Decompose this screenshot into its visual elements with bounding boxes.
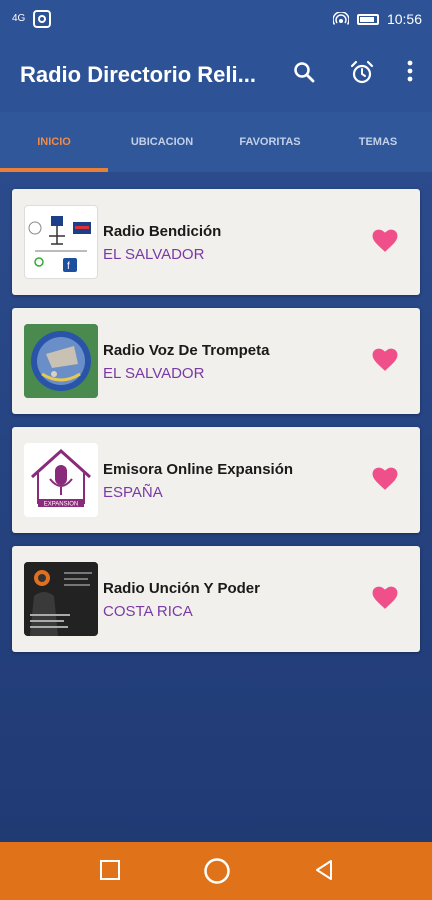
station-logo — [24, 324, 98, 398]
station-card[interactable]: EXPANSION Emisora Online Expansión ESPAÑ… — [12, 427, 420, 533]
favorite-heart-icon[interactable] — [372, 229, 398, 253]
station-card[interactable]: f Radio Bendición EL SALVADOR — [12, 189, 420, 295]
station-logo: EXPANSION — [24, 443, 98, 517]
back-triangle-icon[interactable] — [313, 859, 335, 881]
screenshot-notification-icon — [33, 10, 52, 28]
battery-icon — [356, 13, 379, 25]
system-nav-bar — [0, 842, 432, 900]
page-title: Radio Directorio Reli... — [20, 62, 256, 87]
station-country: COSTA RICA — [103, 603, 193, 620]
recents-square-icon[interactable] — [99, 859, 121, 881]
favorite-heart-icon[interactable] — [372, 586, 398, 610]
station-country: ESPAÑA — [103, 484, 163, 501]
tab-bar: INICIO UBICACION FAVORITAS TEMAS — [0, 112, 432, 172]
station-list: f Radio Bendición EL SALVADOR Radio Voz … — [0, 172, 432, 842]
status-time: 10:56 — [386, 11, 422, 27]
station-country: EL SALVADOR — [103, 246, 205, 263]
tab-favoritas[interactable]: FAVORITAS — [216, 112, 324, 172]
favorite-heart-icon[interactable] — [372, 467, 398, 491]
station-name: Radio Bendición — [103, 223, 222, 240]
station-card[interactable]: Radio Unción Y Poder COSTA RICA — [12, 546, 420, 652]
more-options-icon[interactable] — [402, 60, 418, 92]
svg-text:f: f — [67, 261, 70, 272]
tab-temas[interactable]: TEMAS — [324, 112, 432, 172]
station-name: Emisora Online Expansión — [103, 461, 294, 478]
alarm-icon[interactable] — [344, 60, 380, 92]
search-icon[interactable] — [286, 60, 322, 92]
signal-icon: 4G — [12, 13, 26, 24]
app-bar: Radio Directorio Reli... — [0, 40, 432, 112]
home-circle-icon[interactable] — [203, 857, 231, 885]
station-name: Radio Voz De Trompeta — [103, 342, 270, 359]
station-card[interactable]: Radio Voz De Trompeta EL SALVADOR — [12, 308, 420, 414]
station-logo: f — [24, 205, 98, 279]
station-logo — [24, 562, 98, 636]
hotspot-icon — [332, 12, 349, 25]
favorite-heart-icon[interactable] — [372, 348, 398, 372]
station-name: Radio Unción Y Poder — [103, 580, 260, 597]
logo-text: EXPANSION — [44, 502, 79, 508]
tab-inicio[interactable]: INICIO — [0, 112, 108, 172]
station-country: EL SALVADOR — [103, 365, 205, 382]
status-bar: 4G 10:56 — [0, 0, 432, 40]
tab-ubicacion[interactable]: UBICACION — [108, 112, 216, 172]
